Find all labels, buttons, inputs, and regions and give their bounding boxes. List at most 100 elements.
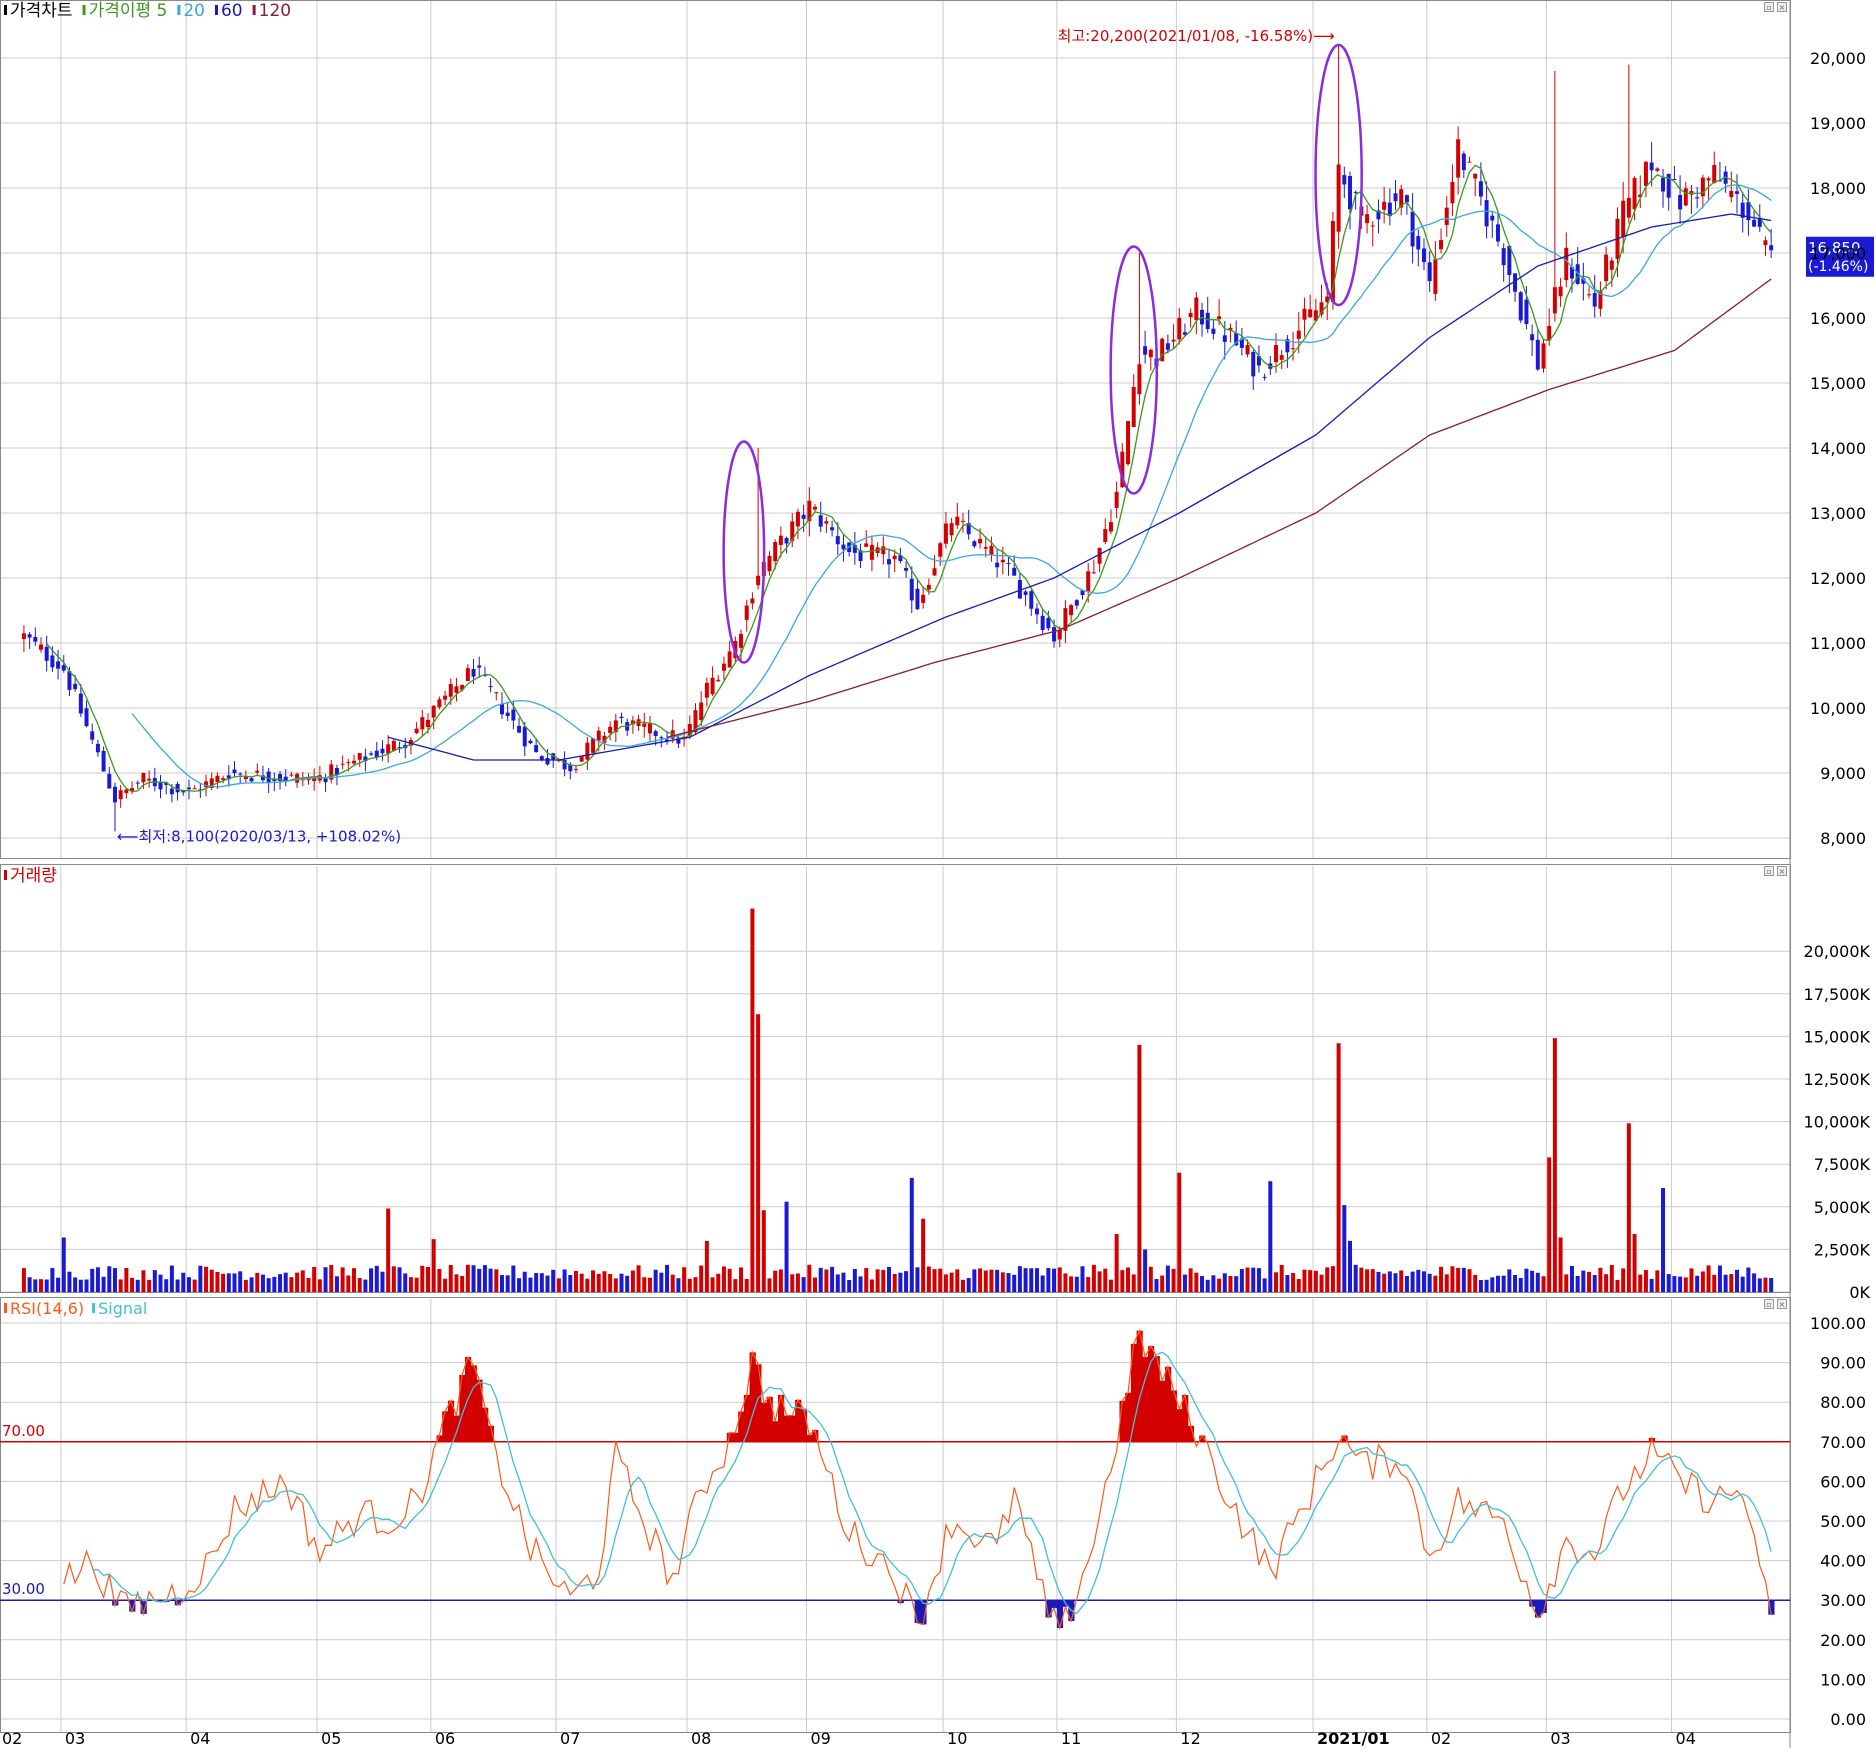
volume-bar (699, 1265, 704, 1292)
volume-bar (1217, 1278, 1222, 1292)
volume-bar (551, 1269, 556, 1292)
volume-bar (1763, 1277, 1768, 1292)
volume-bar (1530, 1270, 1535, 1292)
candle-body (232, 769, 237, 774)
volume-bar (1057, 1267, 1062, 1292)
signal-legend: Signal (98, 1299, 147, 1318)
candle-body (1484, 200, 1489, 227)
volume-bar (1683, 1277, 1688, 1292)
volume-bar (938, 1268, 943, 1292)
volume-bar (591, 1270, 596, 1292)
x-tick-label: 02 (1431, 1729, 1451, 1748)
candle-body (1023, 591, 1028, 595)
candle-body (1171, 339, 1176, 342)
volume-bar (363, 1279, 368, 1292)
candle-body (1416, 236, 1421, 250)
close-icon[interactable]: × (1777, 2, 1787, 12)
volume-bar (1524, 1268, 1529, 1292)
x-tick-label: 12 (1180, 1729, 1200, 1748)
volume-bar (1501, 1275, 1506, 1292)
volume-bar (733, 1279, 738, 1292)
close-icon[interactable]: × (1777, 866, 1787, 876)
volume-bar (255, 1272, 260, 1292)
volume-bar (1615, 1279, 1620, 1292)
candle-body (739, 633, 744, 648)
volume-bar (107, 1266, 112, 1292)
candle-body (44, 646, 49, 661)
legend-swatch (4, 1303, 7, 1313)
rsi-overbought-fill (1142, 1356, 1149, 1442)
close-icon[interactable]: × (1777, 1299, 1787, 1309)
rsi-overbought-fill (1136, 1330, 1143, 1442)
candle-body (78, 693, 83, 714)
candle-body (1695, 197, 1700, 199)
volume-bar (539, 1273, 544, 1292)
volume-bar (1547, 1157, 1552, 1292)
candle-body (596, 730, 601, 741)
volume-bar (317, 1279, 322, 1292)
candle-body (505, 712, 510, 717)
candle-body (118, 790, 123, 800)
candle-body (1370, 225, 1375, 227)
volume-bar (238, 1271, 243, 1292)
volume-bar (1495, 1275, 1500, 1292)
minimize-icon[interactable]: ▫ (1764, 2, 1774, 12)
volume-tick-label: 17,500K (1804, 985, 1871, 1004)
candle-body (579, 756, 584, 762)
candle-body (352, 760, 357, 764)
candle-body (1632, 178, 1637, 210)
volume-bar (312, 1267, 317, 1292)
volume-bar (346, 1275, 351, 1292)
rsi-tick-label: 30.00 (1820, 1591, 1866, 1610)
candle-body (978, 538, 983, 544)
volume-bar (112, 1268, 117, 1292)
volume-tick-label: 5,000K (1814, 1198, 1871, 1217)
volume-bar (983, 1270, 988, 1292)
volume-bar (1086, 1277, 1091, 1292)
candle-body (539, 756, 544, 760)
candle-body (892, 555, 897, 560)
candle-body (573, 768, 578, 770)
volume-bar (1154, 1279, 1159, 1292)
volume-bar (1717, 1265, 1722, 1292)
candle-body (50, 655, 55, 668)
volume-bar (340, 1267, 345, 1292)
candle-body (824, 521, 829, 524)
volume-bar (465, 1264, 470, 1292)
volume-bar (858, 1276, 863, 1292)
volume-bar (1643, 1270, 1648, 1292)
candle-body (528, 740, 533, 744)
volume-bar (84, 1279, 89, 1292)
x-tick-label: 04 (190, 1729, 210, 1748)
volume-bar (1621, 1268, 1626, 1292)
volume-bar (420, 1265, 425, 1292)
candle-body (1683, 188, 1688, 206)
minimize-icon[interactable]: ▫ (1764, 866, 1774, 876)
rsi-overbought-fill (738, 1411, 745, 1442)
candle-body (448, 684, 453, 697)
volume-bar (875, 1269, 880, 1292)
volume-bar (795, 1273, 800, 1292)
volume-bar (835, 1274, 840, 1292)
volume-bar (403, 1273, 408, 1292)
volume-bar (1666, 1274, 1671, 1292)
candle-body (1763, 240, 1768, 246)
volume-bar (408, 1277, 413, 1292)
volume-bar (437, 1268, 442, 1292)
rsi-30-label: 30.00 (2, 1580, 45, 1598)
candle-body (887, 559, 891, 565)
volume-bar (1638, 1274, 1643, 1292)
volume-bar (1393, 1273, 1398, 1292)
minimize-icon[interactable]: ▫ (1764, 1299, 1774, 1309)
rsi-legend: RSI(14,6) (10, 1299, 84, 1318)
candle-body (522, 726, 527, 747)
volume-bar (750, 908, 755, 1292)
volume-bar (1359, 1267, 1364, 1292)
candle-body (1643, 161, 1648, 186)
rsi-overbought-fill (732, 1432, 739, 1442)
candle-body (420, 717, 425, 730)
candle-body (1342, 175, 1347, 185)
legend-swatch (4, 5, 7, 15)
volume-bar (334, 1276, 339, 1292)
volume-bar (909, 1177, 914, 1292)
